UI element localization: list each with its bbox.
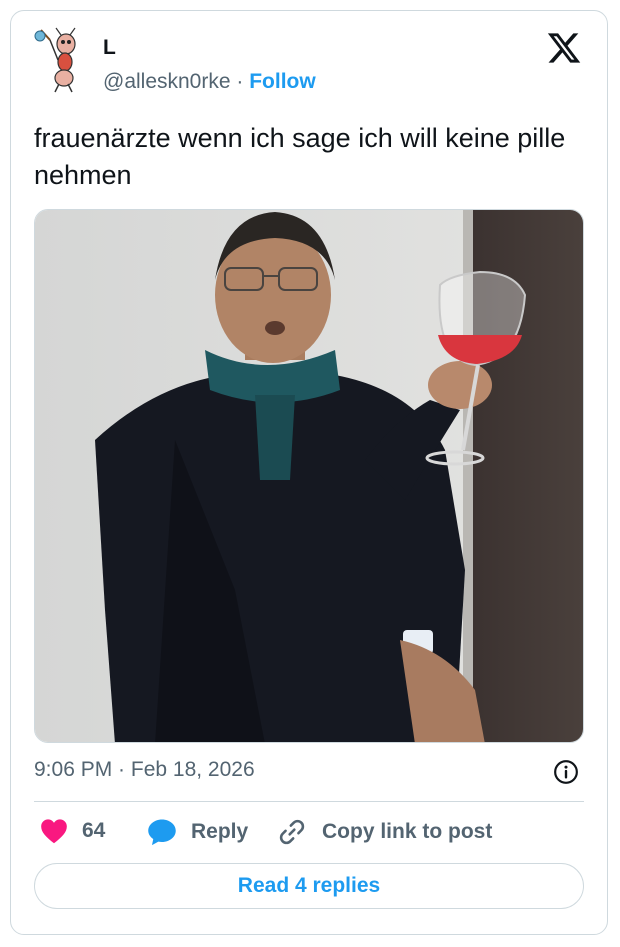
read-replies-button[interactable]: Read 4 replies	[34, 863, 584, 909]
author-handle[interactable]: @alleskn0rke	[103, 70, 231, 93]
avatar[interactable]	[28, 26, 96, 94]
divider	[34, 801, 584, 802]
link-icon	[279, 819, 305, 845]
author-handle-row: @alleskn0rke · Follow	[103, 70, 316, 94]
tweet-text: frauenärzte wenn ich sage ich will keine…	[34, 123, 566, 190]
copy-link-button[interactable]: Copy link to post	[278, 818, 492, 846]
action-bar: 64 Reply Copy link to post	[34, 818, 584, 848]
separator-dot: ·	[236, 70, 244, 93]
photo-illustration	[35, 210, 583, 742]
heart-icon	[41, 819, 67, 844]
speech-bubble-icon	[148, 819, 176, 846]
follow-link[interactable]: Follow	[249, 70, 316, 93]
info-icon[interactable]	[553, 759, 579, 785]
reply-label: Reply	[191, 820, 249, 843]
author-display-name[interactable]: L	[103, 36, 116, 60]
reply-button[interactable]: Reply	[147, 818, 248, 846]
like-button[interactable]: 64	[40, 818, 105, 844]
read-replies-label: Read 4 replies	[237, 874, 381, 897]
copy-link-label: Copy link to post	[322, 820, 493, 843]
tweet-photo[interactable]	[34, 209, 584, 743]
x-logo-icon[interactable]	[546, 30, 582, 66]
tweet-timestamp[interactable]: 9:06 PM · Feb 18, 2026	[34, 758, 255, 782]
like-count: 64	[82, 819, 106, 842]
